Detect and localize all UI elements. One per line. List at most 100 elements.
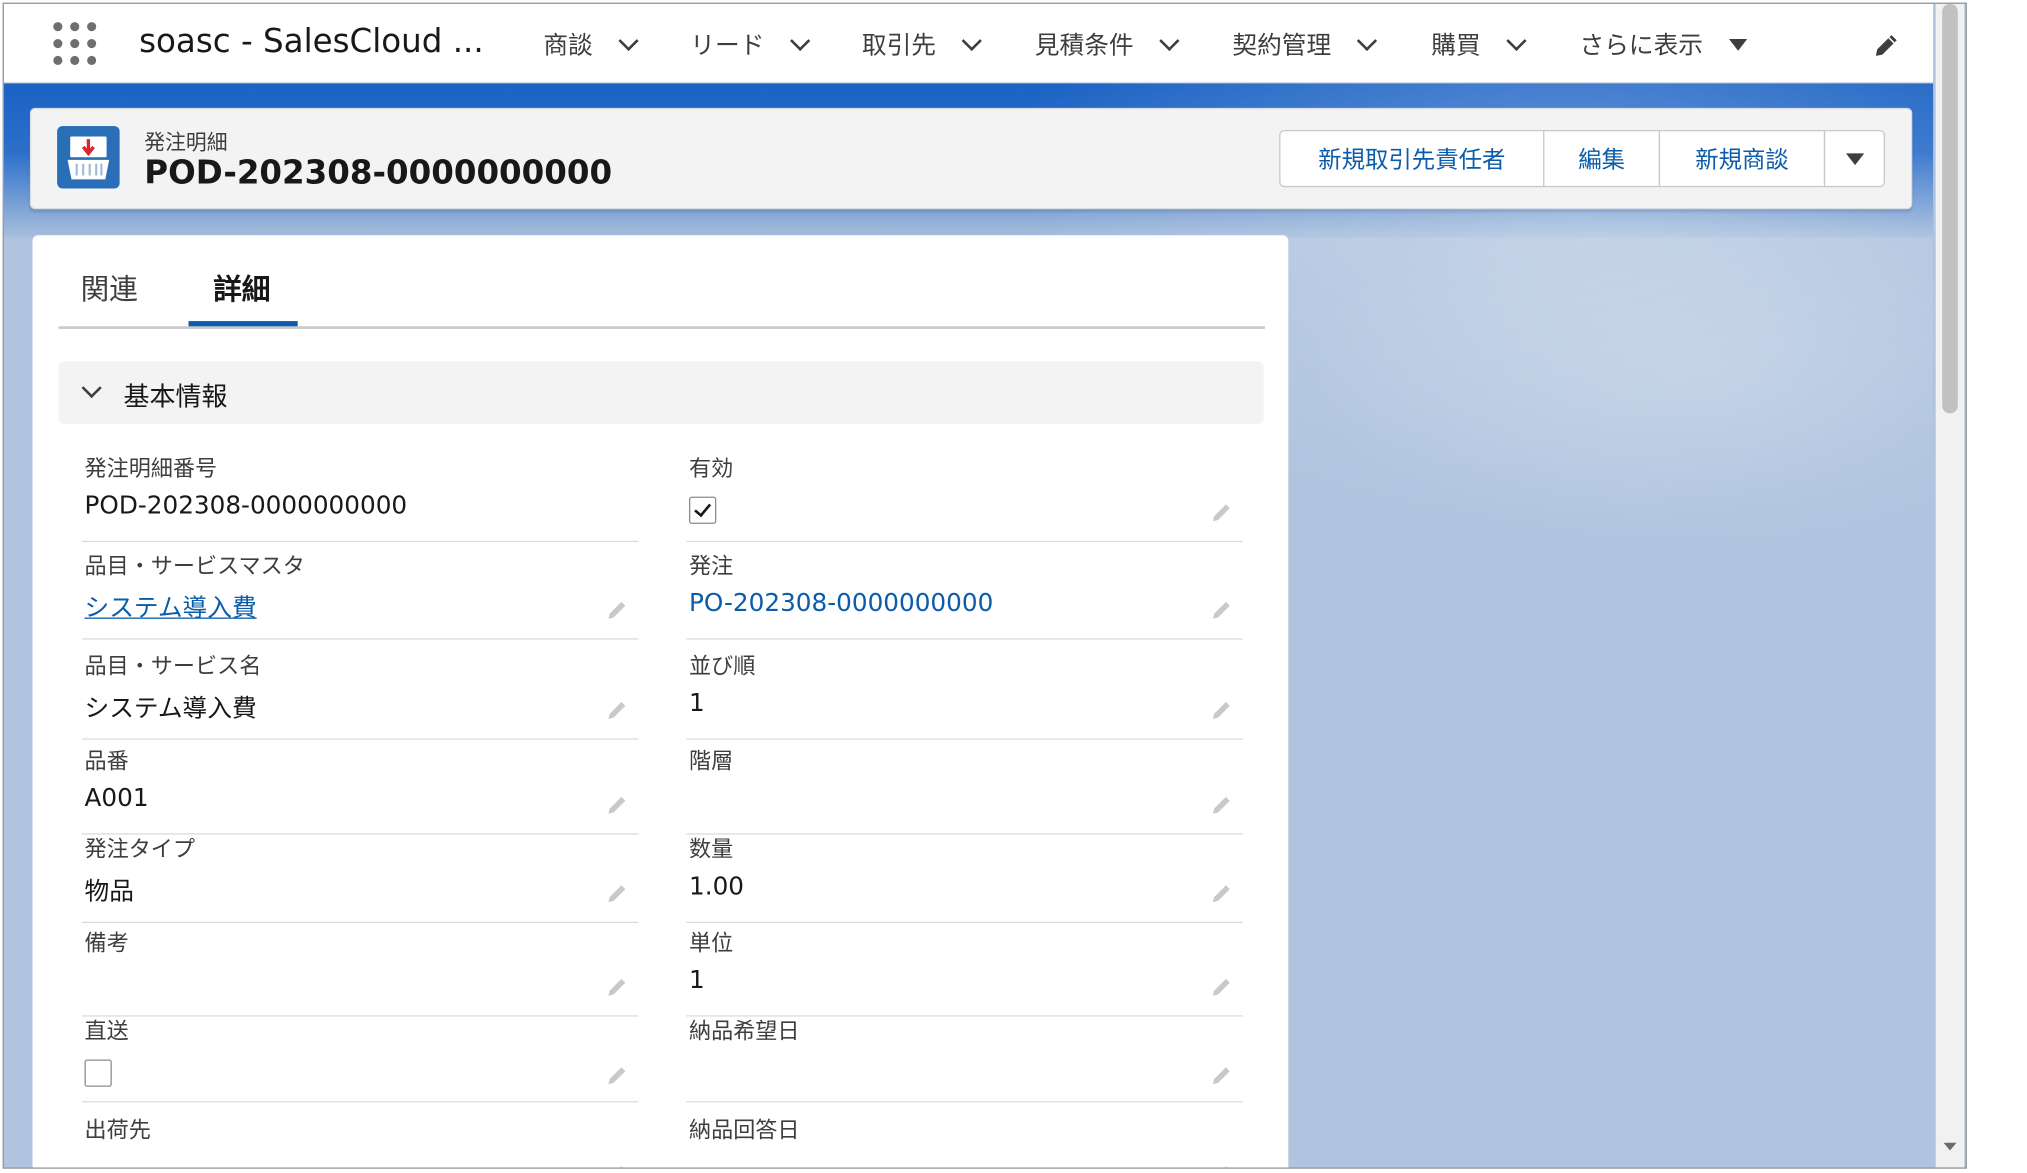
edit-nav-pencil-icon[interactable] <box>1871 30 1902 61</box>
field-active: 有効 <box>686 450 1243 543</box>
field-label: 階層 <box>689 748 734 775</box>
chevron-down-icon[interactable] <box>618 30 639 52</box>
nav-more[interactable]: さらに表示 <box>1580 26 1748 61</box>
active-tab-indicator <box>188 321 298 327</box>
chevron-down-icon[interactable] <box>790 30 811 52</box>
active-checkbox[interactable] <box>689 496 717 524</box>
field-product-code: 品番 A001 <box>81 742 639 835</box>
field-label: 品番 <box>84 748 129 775</box>
scrollbar-thumb[interactable] <box>1942 3 1958 414</box>
field-label: 出荷先 <box>84 1118 151 1144</box>
object-type-label: 発注明細 <box>144 130 228 155</box>
browser-frame: soasc - SalesCloud ... 商談 リード 取引先 見積条件 契… <box>2 2 1967 1169</box>
order-line-icon <box>57 126 120 189</box>
field-value: 1 <box>689 965 705 995</box>
details-card: 関連 詳細 基本情報 発注明細番号 POD-202308-0000000000 … <box>32 235 1289 1169</box>
pencil-icon[interactable] <box>605 597 631 623</box>
record-header: 発注明細 POD-202308-0000000000 新規取引先責任者 編集 新… <box>29 107 1913 210</box>
pencil-icon[interactable] <box>605 792 631 818</box>
nav-item-leads[interactable]: リード <box>690 26 811 61</box>
action-button-group: 新規取引先責任者 編集 新規商談 <box>1279 130 1885 188</box>
direct-ship-checkbox[interactable] <box>84 1059 112 1087</box>
product-master-link[interactable]: システム導入費 <box>85 589 257 624</box>
field-quantity: 数量 1.00 <box>686 831 1243 923</box>
chevron-down-icon[interactable] <box>961 30 982 52</box>
tab-related[interactable]: 関連 <box>81 267 138 309</box>
field-order: 発注 PO-202308-0000000000 <box>686 547 1243 640</box>
pencil-icon[interactable] <box>1209 880 1235 906</box>
new-contact-button[interactable]: 新規取引先責任者 <box>1279 130 1545 188</box>
field-value: 1 <box>689 689 705 718</box>
field-value: システム導入費 <box>84 694 257 723</box>
record-title: POD-202308-0000000000 <box>144 153 613 192</box>
field-label: 有効 <box>689 456 734 483</box>
field-label: 発注タイプ <box>84 837 196 864</box>
chevron-down-icon[interactable] <box>1159 30 1180 52</box>
pencil-icon[interactable] <box>605 1062 631 1088</box>
field-label: 並び順 <box>689 653 756 680</box>
caret-down-icon <box>1729 39 1748 51</box>
pencil-icon[interactable] <box>1209 1161 1235 1169</box>
field-value: 物品 <box>84 877 134 907</box>
pencil-icon[interactable] <box>605 974 631 1000</box>
field-label: 品目・サービス名 <box>84 653 262 680</box>
field-label: 直送 <box>84 1019 129 1046</box>
chevron-down-icon[interactable] <box>1356 30 1378 52</box>
nav-item-quote-terms[interactable]: 見積条件 <box>1035 26 1180 61</box>
field-confirmed-delivery-date: 納品回答日 <box>686 1112 1242 1169</box>
field-unit: 単位 1 <box>686 924 1243 1017</box>
nav-item-contracts[interactable]: 契約管理 <box>1232 26 1378 61</box>
nav-item-purchasing[interactable]: 購買 <box>1431 26 1527 61</box>
vertical-scrollbar[interactable] <box>1935 3 1965 1168</box>
pencil-icon[interactable] <box>1209 499 1235 525</box>
field-label: 納品回答日 <box>689 1118 800 1144</box>
section-basic-info[interactable]: 基本情報 <box>58 361 1264 424</box>
screen: soasc - SalesCloud ... 商談 リード 取引先 見積条件 契… <box>0 0 2027 1173</box>
field-value: 1.00 <box>689 872 745 901</box>
field-product-name: 品目・サービス名 システム導入費 <box>81 647 639 740</box>
chevron-down-icon <box>81 377 102 399</box>
pencil-icon[interactable] <box>605 1161 631 1169</box>
order-link[interactable]: PO-202308-0000000000 <box>689 589 993 618</box>
nav-item-accounts[interactable]: 取引先 <box>861 26 982 61</box>
nav-item-label: リード <box>690 31 765 60</box>
field-label: 単位 <box>689 930 734 957</box>
field-line-number: 発注明細番号 POD-202308-0000000000 <box>81 450 639 543</box>
edit-button[interactable]: 編集 <box>1543 130 1661 188</box>
checkbox-checked-icon <box>694 499 712 518</box>
field-sort-order: 並び順 1 <box>686 647 1243 740</box>
app-name: soasc - SalesCloud ... <box>139 22 484 60</box>
pencil-icon[interactable] <box>1209 792 1235 818</box>
field-order-type: 発注タイプ 物品 <box>81 831 639 923</box>
pencil-icon[interactable] <box>605 697 631 723</box>
more-actions-button[interactable] <box>1823 130 1885 188</box>
field-remarks: 備考 <box>81 924 639 1017</box>
tab-details[interactable]: 詳細 <box>213 267 270 309</box>
scroll-down-arrow-icon[interactable] <box>1943 1142 1957 1151</box>
field-label: 品目・サービスマスタ <box>84 553 305 580</box>
new-opportunity-button[interactable]: 新規商談 <box>1658 130 1826 188</box>
nav-item-label: 商談 <box>543 31 593 60</box>
field-product-master: 品目・サービスマスタ システム導入費 <box>81 547 639 640</box>
nav-more-label: さらに表示 <box>1579 31 1704 60</box>
field-requested-delivery-date: 納品希望日 <box>686 1013 1243 1103</box>
field-label: 納品希望日 <box>689 1019 800 1046</box>
pencil-icon[interactable] <box>1209 697 1235 723</box>
field-ship-to: 出荷先 <box>82 1112 638 1169</box>
nav-item-label: 購買 <box>1431 31 1481 60</box>
nav-item-label: 取引先 <box>861 31 937 60</box>
pencil-icon[interactable] <box>1209 597 1235 623</box>
pencil-icon[interactable] <box>605 880 631 906</box>
pencil-icon[interactable] <box>1209 974 1235 1000</box>
chevron-down-icon[interactable] <box>1506 30 1527 52</box>
app-launcher-icon[interactable] <box>53 22 97 66</box>
field-label: 発注 <box>689 553 734 580</box>
nav-item-opportunities[interactable]: 商談 <box>543 26 639 61</box>
field-label: 数量 <box>689 837 734 864</box>
pencil-icon[interactable] <box>1209 1062 1235 1088</box>
tab-bar: 関連 詳細 <box>58 235 1265 329</box>
field-value: A001 <box>84 783 149 813</box>
nav-item-label: 契約管理 <box>1232 31 1332 60</box>
field-value: POD-202308-0000000000 <box>84 491 408 520</box>
global-nav: soasc - SalesCloud ... 商談 リード 取引先 見積条件 契… <box>3 3 1934 84</box>
